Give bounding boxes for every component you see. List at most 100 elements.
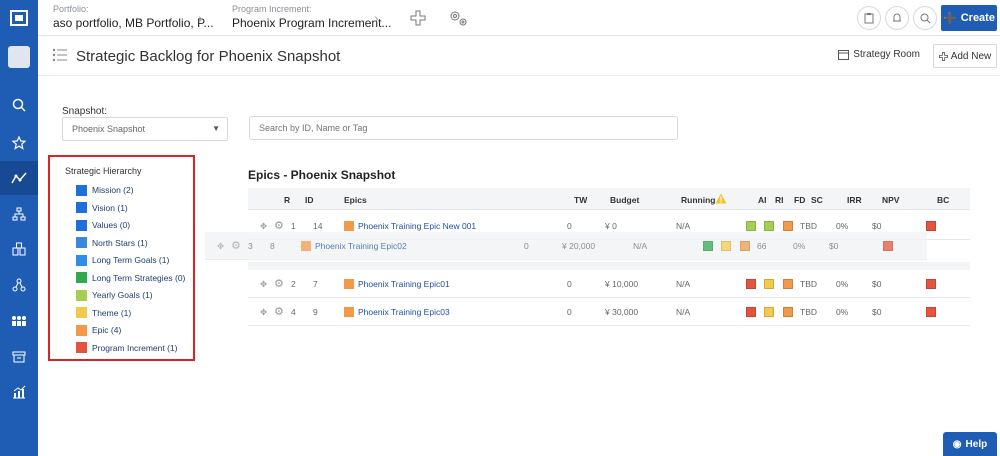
gears-icon[interactable] — [446, 6, 470, 30]
col-id[interactable]: ID — [305, 195, 314, 205]
col-fd[interactable]: FD — [794, 195, 805, 205]
col-sc[interactable]: SC — [811, 195, 823, 205]
bell-icon[interactable] — [885, 6, 909, 30]
color-swatch — [76, 237, 87, 248]
move-icon[interactable]: ✥ — [260, 221, 267, 232]
hierarchy-item[interactable]: Long Term Strategies (0) — [76, 272, 185, 284]
move-icon[interactable]: ✥ — [217, 241, 224, 252]
strategic-hierarchy-panel: Strategic Hierarchy Mission (2) Vision (1… — [48, 155, 195, 361]
col-bc[interactable]: BC — [937, 195, 949, 205]
search-input[interactable] — [249, 116, 678, 140]
irr-cell: 0% — [836, 279, 849, 289]
ai-status-badge — [703, 241, 713, 251]
strategy-room-button[interactable]: Strategy Room — [838, 49, 920, 60]
move-icon[interactable]: ✥ — [260, 307, 267, 318]
col-tw[interactable]: TW — [574, 195, 587, 205]
col-ri[interactable]: RI — [775, 195, 784, 205]
chevron-right-icon: › — [374, 10, 379, 26]
epic-name-link[interactable]: Phoenix Training Epic03 — [358, 307, 450, 317]
color-swatch — [76, 202, 87, 213]
gear-icon[interactable]: ⚙ — [274, 305, 284, 318]
program-increment-breadcrumb[interactable]: Program Increment: Phoenix Program Incre… — [232, 4, 391, 30]
portfolio-icon[interactable] — [0, 232, 38, 266]
hierarchy-item[interactable]: Vision (1) — [76, 202, 128, 214]
search-icon[interactable] — [0, 88, 38, 122]
chevron-right-icon: › — [198, 10, 203, 26]
color-swatch — [76, 324, 87, 336]
table-row[interactable]: ✥ ⚙ 3 8 Phoenix Training Epic02 0 ¥ 20,000 N/A 6… — [205, 232, 927, 260]
epic-name-link[interactable]: Phoenix Training Epic01 — [358, 279, 450, 289]
id-cell: 14 — [313, 221, 323, 231]
epic-type-icon — [344, 307, 354, 317]
help-button[interactable]: ◉ Help — [943, 432, 997, 456]
ri-status-badge — [764, 279, 774, 289]
strategy-icon[interactable] — [0, 161, 38, 195]
epic-type-icon — [344, 221, 354, 231]
epic-name-link[interactable]: Phoenix Training Epic New 001 — [358, 221, 476, 231]
chart-icon[interactable] — [0, 375, 38, 409]
irr-cell: 0% — [793, 241, 806, 251]
list-icon[interactable] — [52, 48, 68, 65]
col-irr[interactable]: IRR — [847, 195, 862, 205]
fd-status-badge — [783, 221, 793, 231]
bc-status-badge — [926, 279, 936, 289]
id-cell: 7 — [313, 279, 318, 289]
tw-cell: 0 — [567, 221, 572, 231]
add-new-button[interactable]: Add New — [933, 44, 997, 68]
create-button[interactable]: ➕ Create — [941, 5, 997, 31]
hierarchy-item-label: Values (0) — [92, 220, 131, 230]
hierarchy-item[interactable]: Mission (2) — [76, 184, 134, 196]
snapshot-select[interactable]: Phoenix Snapshot ▼ — [62, 117, 228, 141]
hierarchy-item[interactable]: Values (0) — [76, 219, 130, 231]
table-header: R ID Epics TW Budget Running AI RI FD SC… — [248, 188, 970, 210]
hierarchy-item[interactable]: Long Term Goals (1) — [76, 254, 169, 266]
plus-cross-icon[interactable] — [406, 6, 430, 30]
portfolio-breadcrumb[interactable]: Portfolio: aso portfolio, MB Portfolio, … — [53, 4, 214, 30]
epic-name-link[interactable]: Phoenix Training Epic02 — [315, 241, 407, 251]
gear-icon[interactable]: ⚙ — [274, 277, 284, 290]
archive-icon[interactable] — [0, 340, 38, 374]
epic-type-icon — [344, 279, 354, 289]
logo-icon[interactable] — [0, 0, 38, 36]
hierarchy-item[interactable]: Program Increment (1) — [76, 342, 178, 354]
table-row[interactable]: ✥ ⚙ 2 7 Phoenix Training Epic01 0 ¥ 10,000 N/A T… — [248, 270, 970, 298]
left-nav-rail — [0, 0, 38, 456]
move-icon[interactable]: ✥ — [260, 279, 267, 290]
col-epics[interactable]: Epics — [344, 195, 367, 205]
top-bar: Portfolio: aso portfolio, MB Portfolio, … — [38, 0, 1000, 36]
search-icon[interactable] — [913, 6, 937, 30]
color-swatch — [76, 342, 87, 353]
team-icon[interactable] — [0, 304, 38, 338]
gear-icon[interactable]: ⚙ — [274, 219, 284, 232]
col-ai[interactable]: AI — [758, 195, 767, 205]
create-label: Create — [960, 12, 995, 24]
sc-cell: TBD — [800, 307, 817, 317]
hierarchy-item[interactable]: Yearly Goals (1) — [76, 289, 153, 301]
col-budget[interactable]: Budget — [610, 195, 639, 205]
hierarchy-item[interactable]: North Stars (1) — [76, 237, 148, 249]
network-icon[interactable] — [0, 268, 38, 302]
star-icon[interactable] — [0, 126, 38, 160]
col-running[interactable]: Running — [681, 195, 715, 205]
pi-value[interactable]: Phoenix Program Increment... — [232, 16, 391, 30]
gear-icon[interactable]: ⚙ — [231, 239, 241, 252]
hierarchy-item-label: North Stars (1) — [92, 237, 148, 248]
clipboard-icon[interactable] — [857, 6, 881, 30]
hierarchy-item[interactable]: Theme (1) — [76, 307, 131, 319]
sc-cell: 66 — [757, 241, 767, 251]
hierarchy-item[interactable]: Epic (4) — [76, 324, 121, 336]
irr-cell: 0% — [836, 307, 849, 317]
portfolio-value[interactable]: aso portfolio, MB Portfolio, P... — [53, 16, 214, 30]
rank-cell: 4 — [291, 307, 296, 317]
running-cell: N/A — [676, 307, 691, 317]
running-cell: N/A — [676, 279, 691, 289]
col-r[interactable]: R — [284, 195, 290, 205]
table-row[interactable]: ✥ ⚙ 4 9 Phoenix Training Epic03 0 ¥ 30,000 N/A T… — [248, 298, 970, 326]
snapshot-selected: Phoenix Snapshot — [72, 124, 146, 134]
hierarchy-icon[interactable] — [0, 197, 38, 231]
sc-cell: TBD — [800, 279, 817, 289]
avatar[interactable] — [8, 46, 30, 68]
add-new-label: Add New — [950, 50, 992, 62]
col-npv[interactable]: NPV — [882, 195, 899, 205]
page-header: Strategic Backlog for Phoenix Snapshot S… — [38, 36, 1000, 76]
